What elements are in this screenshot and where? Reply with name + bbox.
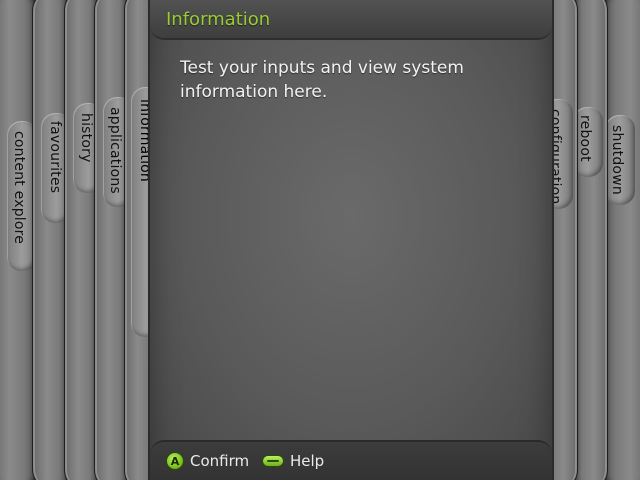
guide-button-icon: [262, 455, 284, 467]
page-description: Test your inputs and view system informa…: [180, 58, 464, 102]
confirm-button[interactable]: A Confirm: [166, 452, 249, 470]
blade-label: shutdown: [609, 125, 625, 195]
confirm-label: Confirm: [190, 452, 250, 470]
header-bar: Information: [150, 0, 552, 40]
blade-label: content explore: [11, 131, 27, 245]
content-panel: Information Test your inputs and view sy…: [148, 0, 554, 480]
help-button[interactable]: Help: [262, 452, 324, 470]
help-label: Help: [290, 452, 325, 470]
blade-label: applications: [107, 107, 123, 194]
blade-label: favourites: [47, 121, 63, 194]
a-button-icon: A: [166, 452, 184, 470]
page-title: Information: [166, 9, 271, 30]
blade-label: reboot: [577, 115, 593, 162]
dashboard-screen: content explore favourites history appli…: [0, 0, 640, 480]
blade-label: history: [78, 113, 94, 163]
footer-bar: A Confirm Help: [150, 440, 552, 480]
